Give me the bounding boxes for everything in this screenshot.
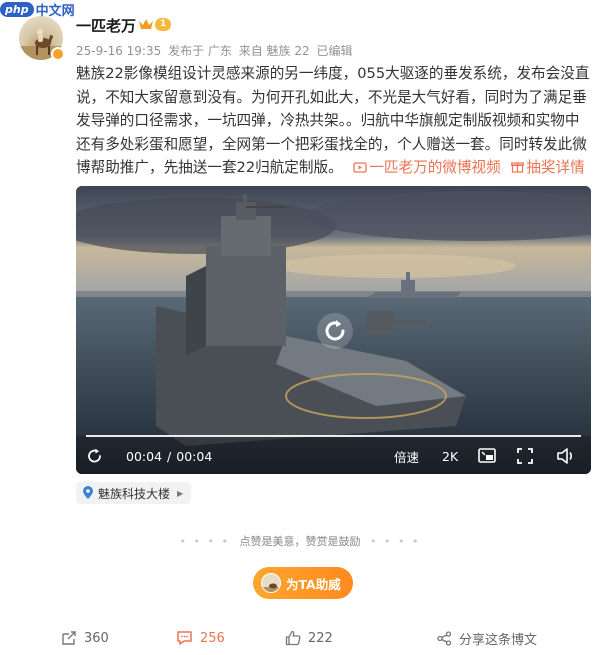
support-button[interactable]: 为TA助威 (253, 567, 353, 599)
like-button[interactable]: 222 (285, 623, 333, 653)
divider-dots-left: • • • • (179, 535, 230, 548)
share-button[interactable]: 分享这条博文 (437, 623, 537, 653)
replay-small-icon (88, 448, 101, 463)
crown-icon (139, 19, 153, 29)
video-link-icon (353, 162, 367, 173)
video-link[interactable]: 一匹老万的微博视频 (347, 159, 505, 176)
watermark-php: php (0, 2, 34, 17)
current-time: 00:04 (126, 448, 163, 464)
post-meta: 25-9-16 19:35 发布于 广东 来自 魅族 22 已编辑 (76, 42, 355, 59)
repost-button[interactable]: 360 (61, 623, 109, 653)
quality-button[interactable]: 2K (442, 438, 458, 474)
video-time: 00:04 / 00:04 (126, 438, 212, 474)
support-avatar (261, 573, 281, 593)
time-separator: / (167, 448, 172, 464)
lottery-link[interactable]: 抽奖详情 (505, 159, 585, 176)
fullscreen-button[interactable] (516, 438, 534, 474)
volume-icon (557, 448, 573, 464)
gift-icon (511, 162, 525, 173)
comment-button[interactable]: 256 (176, 623, 225, 653)
replay-icon[interactable] (316, 312, 354, 350)
duration: 00:04 (176, 448, 213, 464)
share-icon (437, 630, 452, 646)
author-name[interactable]: 一匹老万 (76, 15, 136, 36)
user-level-badge[interactable]: 1 (138, 17, 172, 31)
divider-dots-right: • • • • (370, 535, 421, 548)
speed-button[interactable]: 倍速 (394, 438, 419, 474)
video-controls: 00:04 / 00:04 倍速 2K (76, 438, 591, 474)
replay-small-button[interactable] (86, 438, 104, 474)
volume-button[interactable] (556, 438, 576, 474)
reward-divider: • • • • 点赞是美意，赞赏是鼓励 • • • • (0, 533, 600, 549)
post-location-meta: 发布于 广东 (168, 44, 232, 58)
picture-in-picture-icon (478, 448, 496, 463)
post-time[interactable]: 25-9-16 19:35 (76, 44, 161, 58)
comment-icon (177, 631, 192, 645)
action-bar: 360 256 222 分享这条博文 (0, 623, 600, 653)
post-body: 魅族22影像模组设计灵感来源的另一纬度，055大驱逐的垂发系统，发布会没直说，不… (76, 62, 591, 180)
verified-badge (51, 47, 65, 61)
support-label: 为TA助威 (286, 576, 341, 592)
reward-hint: 点赞是美意，赞赏是鼓励 (239, 535, 361, 548)
edited-label[interactable]: 已编辑 (316, 44, 352, 58)
video-progress-bar[interactable] (86, 435, 581, 437)
chevron-right-icon: ▶ (177, 488, 184, 498)
pip-button[interactable] (478, 438, 496, 474)
fullscreen-icon (517, 448, 533, 464)
location-tag[interactable]: 魅族科技大楼 ▶ (76, 482, 192, 504)
like-icon (285, 630, 301, 646)
level-number: 1 (155, 17, 172, 31)
video-player[interactable]: 00:04 / 00:04 倍速 2K (76, 186, 591, 474)
location-pin-icon (83, 486, 93, 499)
repost-icon (62, 631, 76, 645)
post-source: 来自 魅族 22 (238, 44, 310, 58)
location-label: 魅族科技大楼 (98, 486, 171, 501)
